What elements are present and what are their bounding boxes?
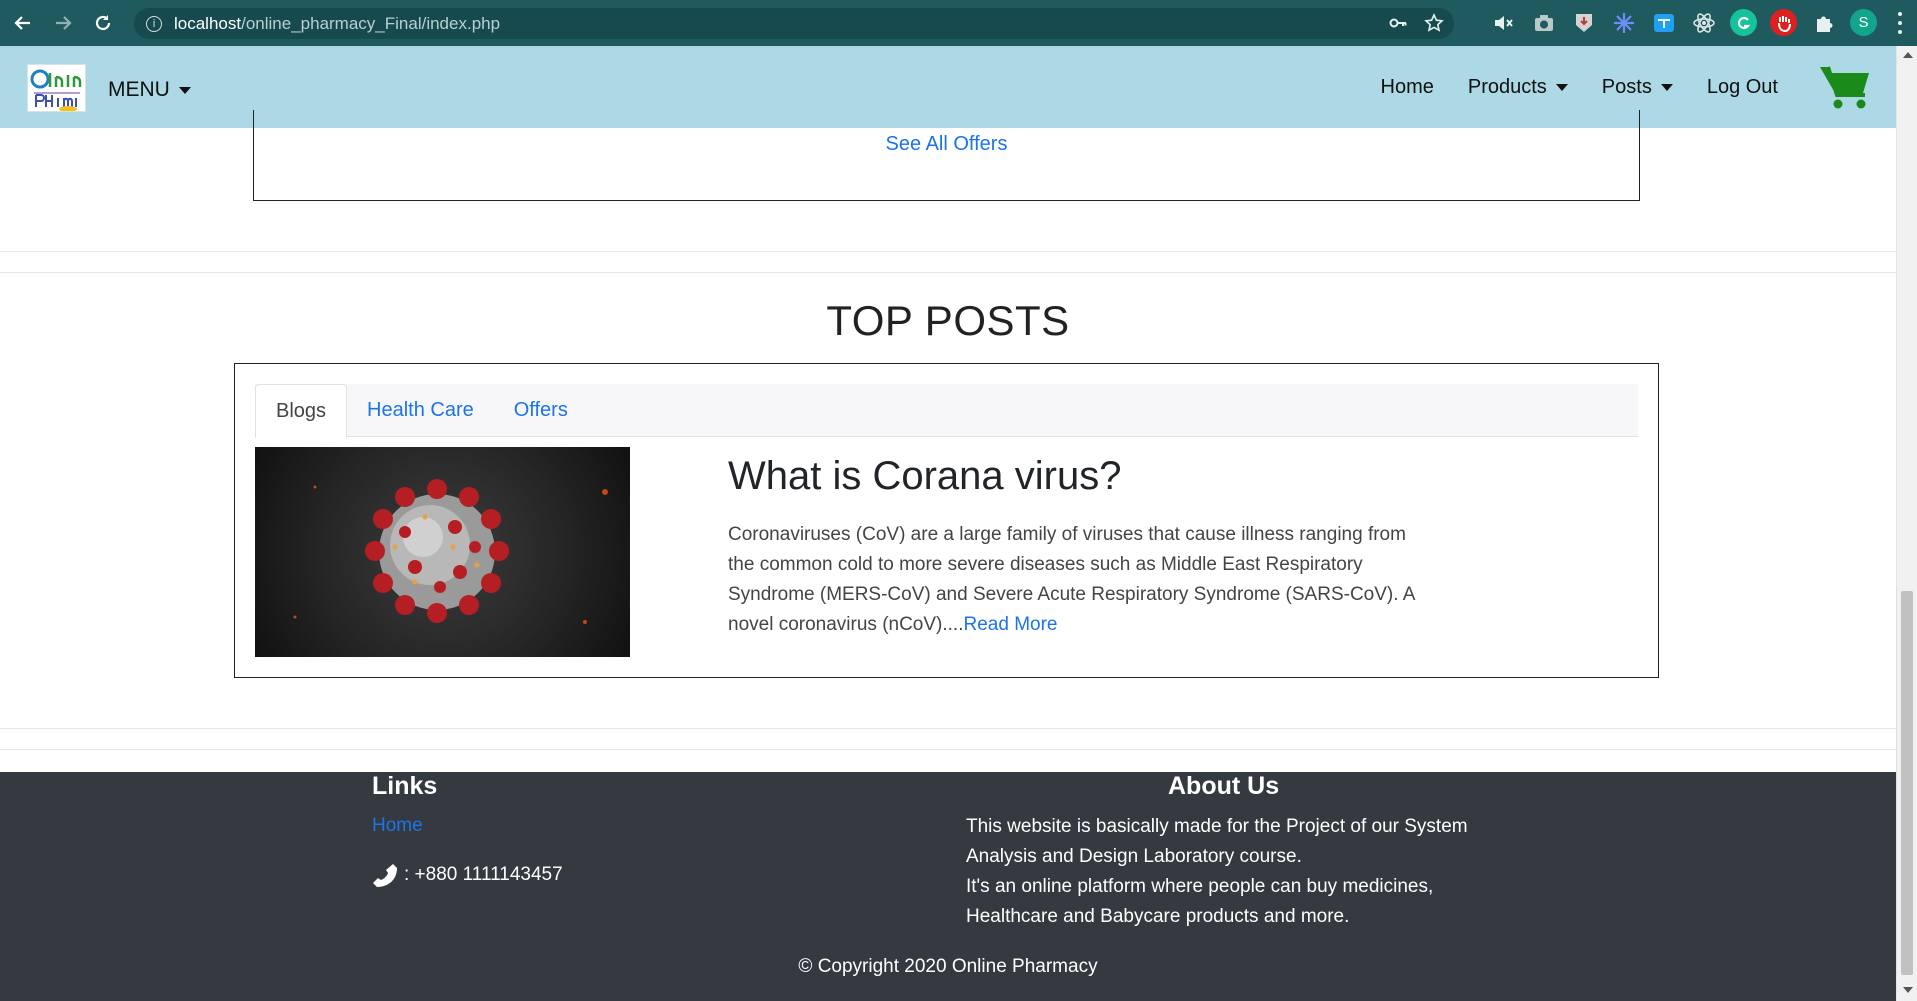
posts-tabs: Blogs Health Care Offers <box>255 384 1638 438</box>
star-icon[interactable] <box>1422 11 1446 35</box>
key-icon[interactable] <box>1386 11 1410 35</box>
mute-icon[interactable] <box>1490 9 1517 36</box>
back-button[interactable] <box>6 6 40 40</box>
arrow-left-icon <box>14 16 30 30</box>
tab-health-care[interactable]: Health Care <box>347 384 494 437</box>
offers-panel: See All Offers <box>253 110 1640 201</box>
section-divider <box>0 749 1896 750</box>
hand-extension-icon[interactable] <box>1770 9 1797 36</box>
footer-about-heading: About Us <box>1168 772 1280 800</box>
footer-about-text: This website is basically made for the P… <box>966 812 1486 932</box>
nav-posts-label: Posts <box>1601 75 1652 98</box>
top-posts-card: Blogs Health Care Offers What is Corana … <box>234 363 1659 678</box>
pharmacy-logo-icon <box>28 65 85 111</box>
tab-blogs[interactable]: Blogs <box>255 384 348 438</box>
footer-phone: : +880 1111143457 <box>372 862 563 888</box>
nav-home-link[interactable]: Home <box>1381 76 1434 99</box>
url-path: /online_pharmacy_Final/index.php <box>241 13 501 33</box>
arrow-right-icon <box>56 16 72 30</box>
site-footer: Links Home : +880 1111143457 About Us Th… <box>0 772 1896 1001</box>
scroll-up-arrow-icon[interactable] <box>1903 52 1913 58</box>
address-bar[interactable]: i localhost/online_pharmacy_Final/index.… <box>134 8 1454 39</box>
grammarly-icon[interactable] <box>1730 9 1757 36</box>
shopping-cart-icon <box>1820 66 1869 109</box>
coronavirus-image <box>255 447 630 657</box>
browser-toolbar: i localhost/online_pharmacy_Final/index.… <box>0 0 1917 46</box>
nav-logout-label: Log Out <box>1706 75 1778 98</box>
camera-icon[interactable] <box>1530 9 1557 36</box>
post-body: Coronaviruses (CoV) are a large family o… <box>728 524 1415 635</box>
puzzle-extensions-icon[interactable] <box>1810 9 1837 36</box>
url-host: localhost <box>174 13 242 33</box>
nav-logout-link[interactable]: Log Out <box>1707 76 1778 99</box>
nav-products-dropdown[interactable]: Products <box>1468 76 1568 99</box>
translate-icon[interactable] <box>1650 9 1677 36</box>
section-divider <box>0 251 1896 252</box>
footer-links-heading: Links <box>372 772 438 800</box>
browser-menu-icon[interactable] <box>1897 12 1903 34</box>
about-paragraph-2: It's an online platform where people can… <box>966 876 1434 927</box>
scroll-down-arrow-icon[interactable] <box>1903 987 1913 993</box>
caret-down-icon <box>1660 83 1673 91</box>
section-divider <box>0 728 1896 729</box>
read-more-link[interactable]: Read More <box>964 614 1058 635</box>
address-url[interactable]: localhost/online_pharmacy_Final/index.ph… <box>174 14 500 34</box>
site-logo[interactable] <box>27 64 86 112</box>
menu-dropdown[interactable]: MENU <box>108 78 191 102</box>
site-info-icon[interactable]: i <box>146 15 162 32</box>
footer-phone-number: : +880 1111143457 <box>404 864 563 885</box>
menu-label: MENU <box>108 78 170 101</box>
profile-avatar[interactable]: S <box>1850 9 1877 36</box>
snowflake-icon[interactable] <box>1610 9 1637 36</box>
caret-down-icon <box>1555 83 1568 91</box>
section-divider <box>0 272 1896 273</box>
copyright-text: © Copyright 2020 Online Pharmacy <box>798 956 1098 977</box>
page-scrollbar[interactable] <box>1896 46 1917 1001</box>
reload-icon <box>95 15 111 31</box>
reload-button[interactable] <box>86 6 120 40</box>
see-all-offers-link[interactable]: See All Offers <box>254 133 1639 156</box>
post-title: What is Corana virus? <box>728 454 1122 498</box>
footer-home-link[interactable]: Home <box>372 815 423 837</box>
forward-button[interactable] <box>46 6 80 40</box>
tab-offers[interactable]: Offers <box>494 384 588 437</box>
nav-posts-dropdown[interactable]: Posts <box>1602 76 1673 99</box>
top-posts-heading: TOP POSTS <box>826 297 1070 344</box>
phone-icon <box>373 864 397 887</box>
download-shield-icon[interactable] <box>1570 9 1597 36</box>
about-paragraph-1: This website is basically made for the P… <box>966 816 1468 867</box>
cart-button[interactable] <box>1818 63 1872 111</box>
post-excerpt: Coronaviruses (CoV) are a large family o… <box>728 520 1428 640</box>
react-devtools-icon[interactable] <box>1690 9 1717 36</box>
caret-down-icon <box>178 86 191 94</box>
nav-products-label: Products <box>1467 75 1547 98</box>
nav-home-label: Home <box>1380 75 1434 98</box>
scrollbar-thumb[interactable] <box>1901 591 1913 975</box>
